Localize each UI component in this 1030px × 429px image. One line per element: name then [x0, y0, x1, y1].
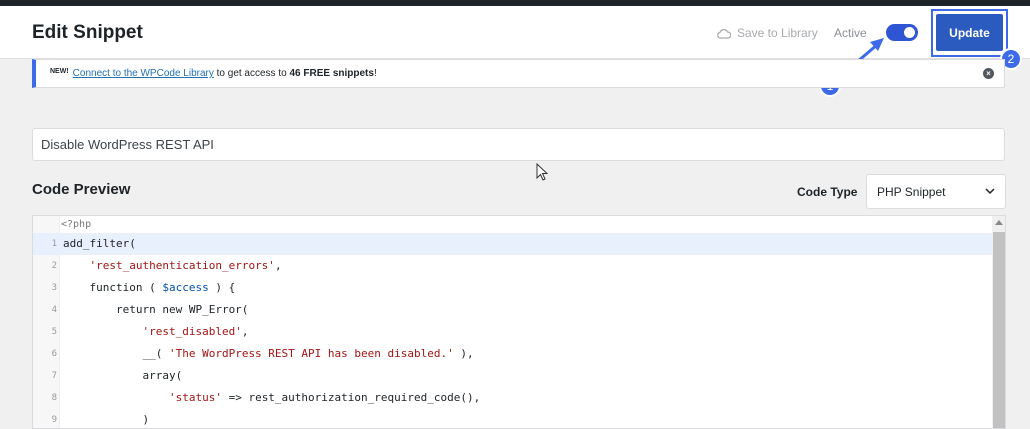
mouse-pointer-icon [536, 163, 549, 181]
line-number: 1 [51, 239, 57, 249]
line-content: __( 'The WordPress REST API has been dis… [63, 343, 474, 365]
code-token: , [241, 325, 249, 338]
active-toggle[interactable] [886, 24, 918, 41]
code-editor[interactable]: <?php 1 add_filter( 2 'rest_authentication… [32, 215, 1006, 429]
code-line[interactable]: 5 'rest_disabled', [33, 321, 993, 343]
code-type-label: Code Type [797, 185, 858, 199]
code-token: add_filter( [63, 237, 136, 250]
line-number: 7 [51, 371, 57, 381]
chevron-down-icon [985, 188, 995, 195]
line-content: 'status' => rest_authorization_required_… [63, 387, 480, 409]
active-label: Active [834, 26, 867, 40]
code-token: 'rest_disabled' [142, 325, 242, 338]
snippet-title-value: Disable WordPress REST API [41, 137, 214, 152]
code-token: array( [63, 369, 183, 382]
code-token: ), [453, 347, 474, 360]
scroll-up-arrow-icon[interactable] [995, 220, 1003, 225]
code-token: return new WP_Error( [63, 303, 249, 316]
code-token: 'rest_authentication_errors' [89, 259, 275, 272]
page-title: Edit Snippet [32, 22, 143, 43]
line-number: 8 [51, 393, 57, 403]
code-token: $access [162, 281, 209, 294]
line-content: array( [63, 365, 182, 387]
code-token: __( [63, 347, 169, 360]
notice-end-text: ! [373, 68, 377, 79]
save-to-library-button[interactable]: Save to Library [716, 26, 818, 40]
code-token: ) [63, 413, 150, 426]
line-number: 9 [51, 415, 57, 425]
line-number: 5 [51, 327, 57, 337]
code-line[interactable]: 6 __( 'The WordPress REST API has been d… [33, 343, 993, 365]
notice-middle-text: to get access to [213, 68, 290, 79]
line-content: ) [63, 409, 150, 428]
line-number: 2 [51, 261, 57, 271]
cloud-icon [717, 28, 731, 39]
scroll-thumb[interactable] [993, 232, 1005, 428]
code-token: 'The WordPress REST API has been disable… [168, 347, 454, 360]
line-content: return new WP_Error( [63, 299, 248, 321]
save-to-library-label: Save to Library [737, 26, 818, 40]
code-token: 'status' [168, 391, 222, 404]
code-line[interactable]: 8 'status' => rest_authorization_require… [33, 387, 993, 409]
update-button[interactable]: Update [936, 14, 1003, 51]
snippet-title-input[interactable]: Disable WordPress REST API [32, 128, 1005, 161]
code-line[interactable]: 4 return new WP_Error( [33, 299, 993, 321]
code-line[interactable]: 9 ) [33, 409, 993, 428]
code-line[interactable]: 3 function ( $access ) { [33, 277, 993, 299]
code-line[interactable]: 7 array( [33, 365, 993, 387]
line-number: 6 [51, 349, 57, 359]
code-token: function ( [63, 281, 163, 294]
code-type-select[interactable]: PHP Snippet [866, 174, 1006, 209]
code-preview-title: Code Preview [32, 181, 131, 198]
connect-library-link[interactable]: Connect to the WPCode Library [73, 68, 214, 79]
line-content: 'rest_disabled', [63, 321, 248, 343]
line-content: 'rest_authentication_errors', [63, 255, 282, 277]
code-token: , [274, 259, 282, 272]
code-token: => rest_authorization_required_code(), [221, 391, 481, 404]
code-line[interactable]: 2 'rest_authentication_errors', [33, 255, 993, 277]
new-tag: NEW! [50, 68, 69, 75]
close-icon[interactable]: × [983, 68, 994, 79]
line-number: 3 [51, 283, 57, 293]
notice-snippet-count: 46 FREE snippets [289, 68, 374, 79]
toggle-knob [904, 27, 915, 38]
php-open-tag: <?php [61, 219, 92, 230]
line-content: add_filter( [63, 233, 136, 255]
editor-scrollbar[interactable] [992, 216, 1005, 428]
library-notice: NEW! Connect to the WPCode Library to get… [32, 59, 1005, 88]
line-content: function ( $access ) { [63, 277, 235, 299]
page-header: Edit Snippet Save to Library Active [0, 6, 1030, 59]
line-number: 4 [51, 305, 57, 315]
code-type-value: PHP Snippet [877, 184, 946, 199]
notice-text: NEW! Connect to the WPCode Library to get… [50, 68, 377, 79]
code-token: ) { [208, 281, 236, 294]
code-line[interactable]: 1 add_filter( [33, 233, 993, 255]
